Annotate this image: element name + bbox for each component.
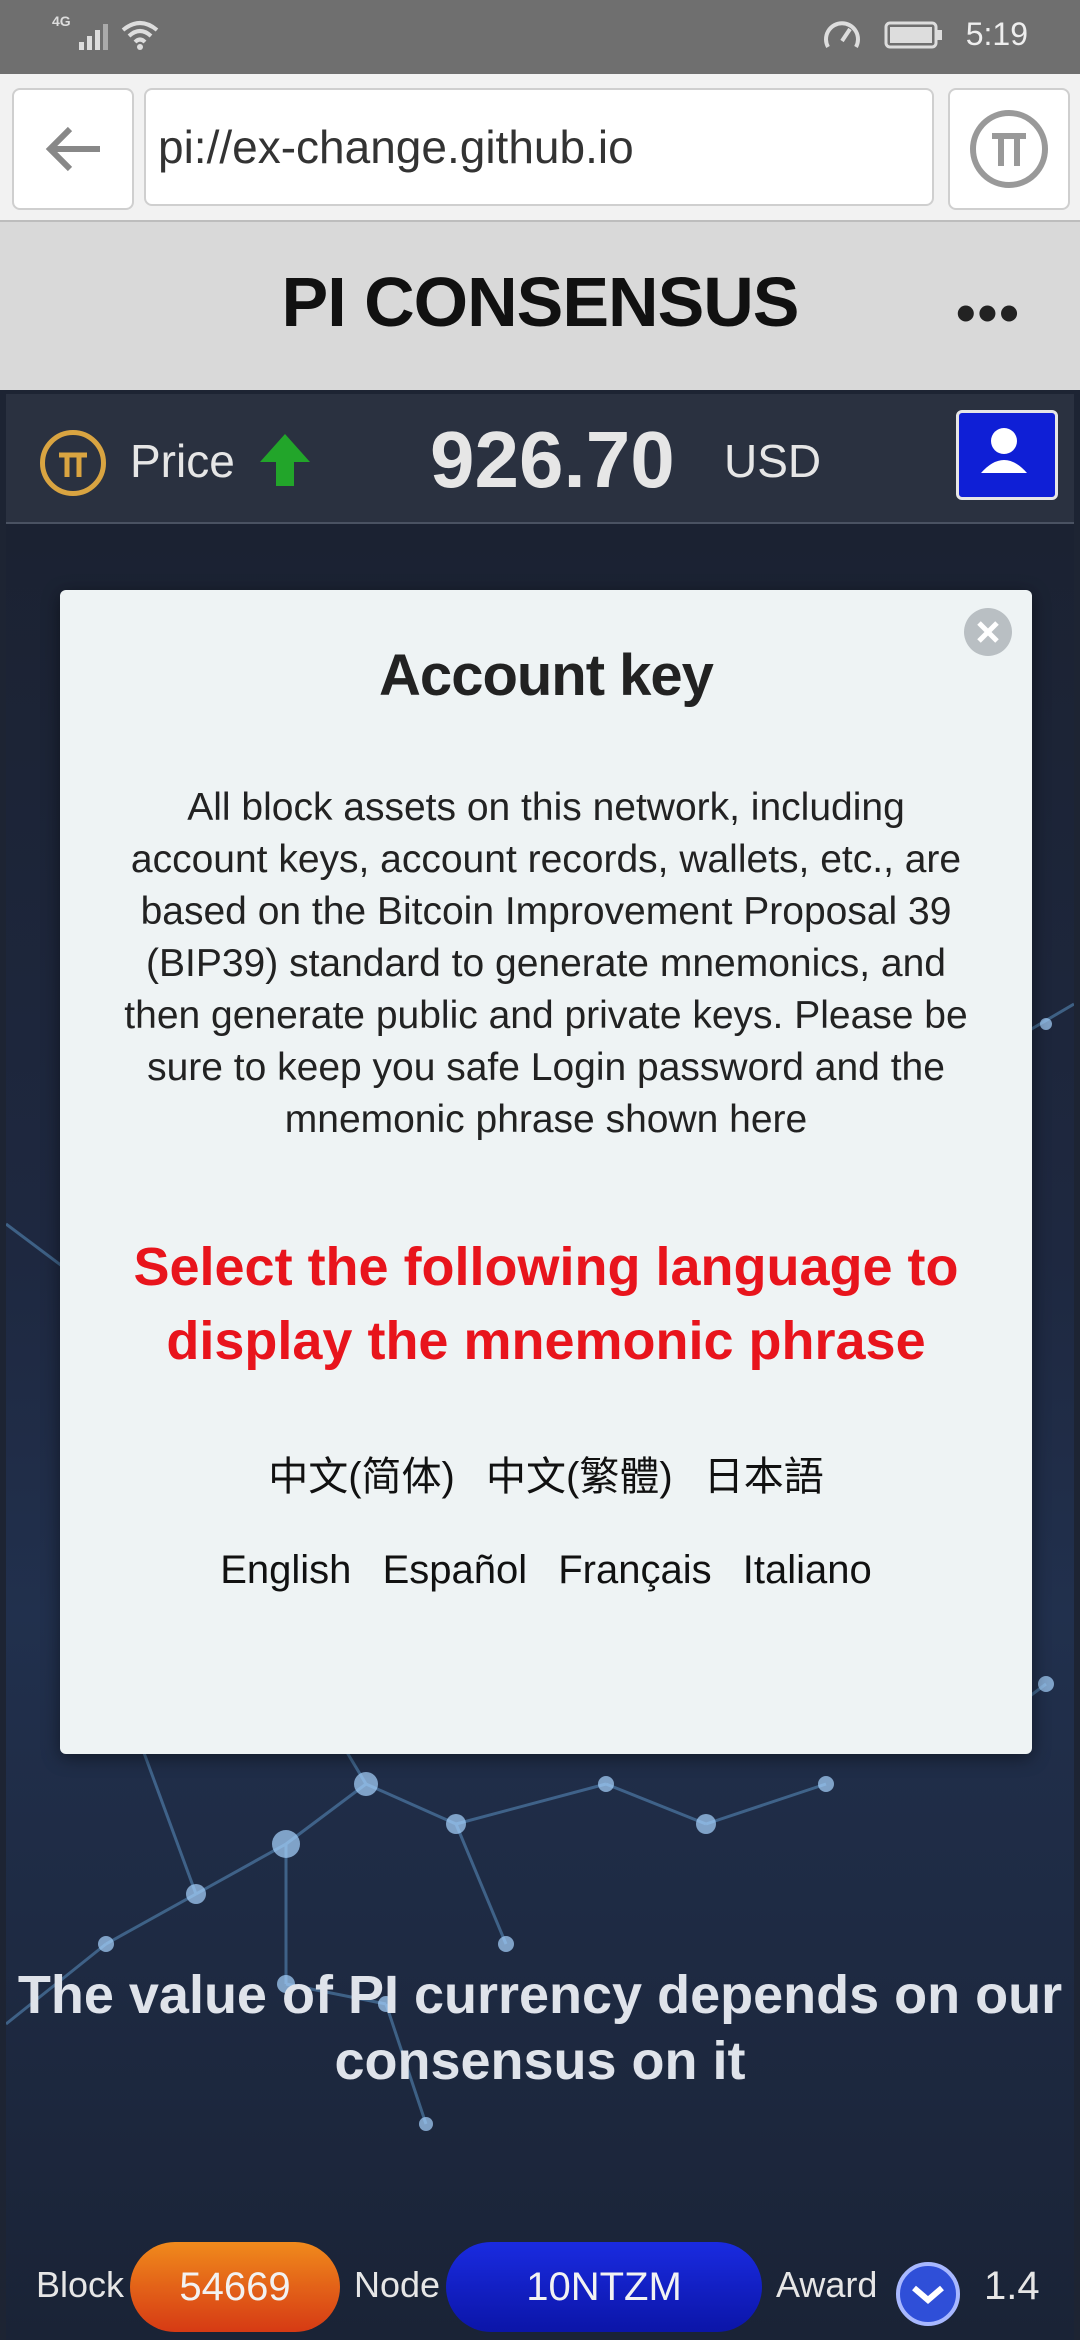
- status-right: 5:19: [822, 16, 1028, 53]
- signal-icon: [78, 24, 108, 50]
- status-bar: 4G 5:19: [0, 0, 1080, 74]
- node-badge[interactable]: 10NTZM: [446, 2242, 762, 2332]
- pi-logo-icon: [970, 110, 1048, 188]
- price-unit: USD: [724, 435, 822, 487]
- language-prompt: Select the following language to display…: [133, 1237, 959, 1371]
- language-option-it[interactable]: Italiano: [743, 1548, 872, 1592]
- speed-icon: [823, 20, 860, 48]
- back-arrow-icon: [45, 126, 100, 172]
- language-row-1: 中文(简体) 中文(繁體) 日本語: [60, 1444, 1032, 1502]
- back-button[interactable]: [12, 88, 134, 210]
- bottom-stats-bar: Block 54669 Node 10NTZM Award 1.4: [6, 2230, 1074, 2340]
- network-type: 4G: [52, 13, 71, 29]
- block-label: Block: [36, 2264, 125, 2305]
- dialog-title: Account key: [379, 643, 714, 708]
- user-icon: [981, 428, 1027, 473]
- battery-icon: [884, 21, 942, 48]
- browser-bar: pi://ex-change.github.io: [0, 74, 1080, 222]
- node-label: Node: [354, 2264, 441, 2305]
- language-option-zh-hant[interactable]: 中文(繁體): [486, 1455, 673, 1499]
- hero-text: The value of PI currency depends on our …: [17, 1965, 1063, 2091]
- more-menu-icon[interactable]: •••: [956, 280, 1021, 345]
- dialog-description: All block assets on this network, includ…: [124, 786, 968, 1141]
- language-row-2: English Español Français Italiano: [60, 1548, 1032, 1593]
- award-badge-icon[interactable]: [896, 2262, 960, 2326]
- page-title: PI CONSENSUS: [281, 263, 800, 341]
- clock: 5:19: [965, 16, 1028, 52]
- award-value: 1.4: [984, 2264, 1040, 2308]
- account-key-dialog: Account key All block assets on this net…: [60, 590, 1032, 1754]
- price-value: 926.70: [430, 415, 675, 504]
- language-option-fr[interactable]: Français: [558, 1548, 711, 1592]
- url-field[interactable]: pi://ex-change.github.io: [144, 88, 934, 206]
- block-badge[interactable]: 54669: [130, 2242, 340, 2332]
- signal-area: 4G: [52, 14, 159, 50]
- award-label: Award: [776, 2264, 878, 2305]
- language-option-es[interactable]: Español: [383, 1548, 528, 1592]
- pi-coin-icon: [40, 430, 106, 496]
- language-option-en[interactable]: English: [220, 1548, 351, 1592]
- app-header: PI CONSENSUS •••: [0, 222, 1080, 390]
- price-bar: Price 926.70 USD: [6, 394, 1074, 524]
- trend-up-icon: [260, 434, 310, 486]
- language-option-zh-hans[interactable]: 中文(简体): [268, 1455, 455, 1499]
- price-label: Price: [130, 435, 235, 487]
- wifi-icon: [121, 21, 158, 50]
- pi-browser-button[interactable]: [948, 88, 1070, 210]
- language-option-ja[interactable]: 日本語: [704, 1455, 824, 1499]
- account-button[interactable]: [956, 410, 1058, 500]
